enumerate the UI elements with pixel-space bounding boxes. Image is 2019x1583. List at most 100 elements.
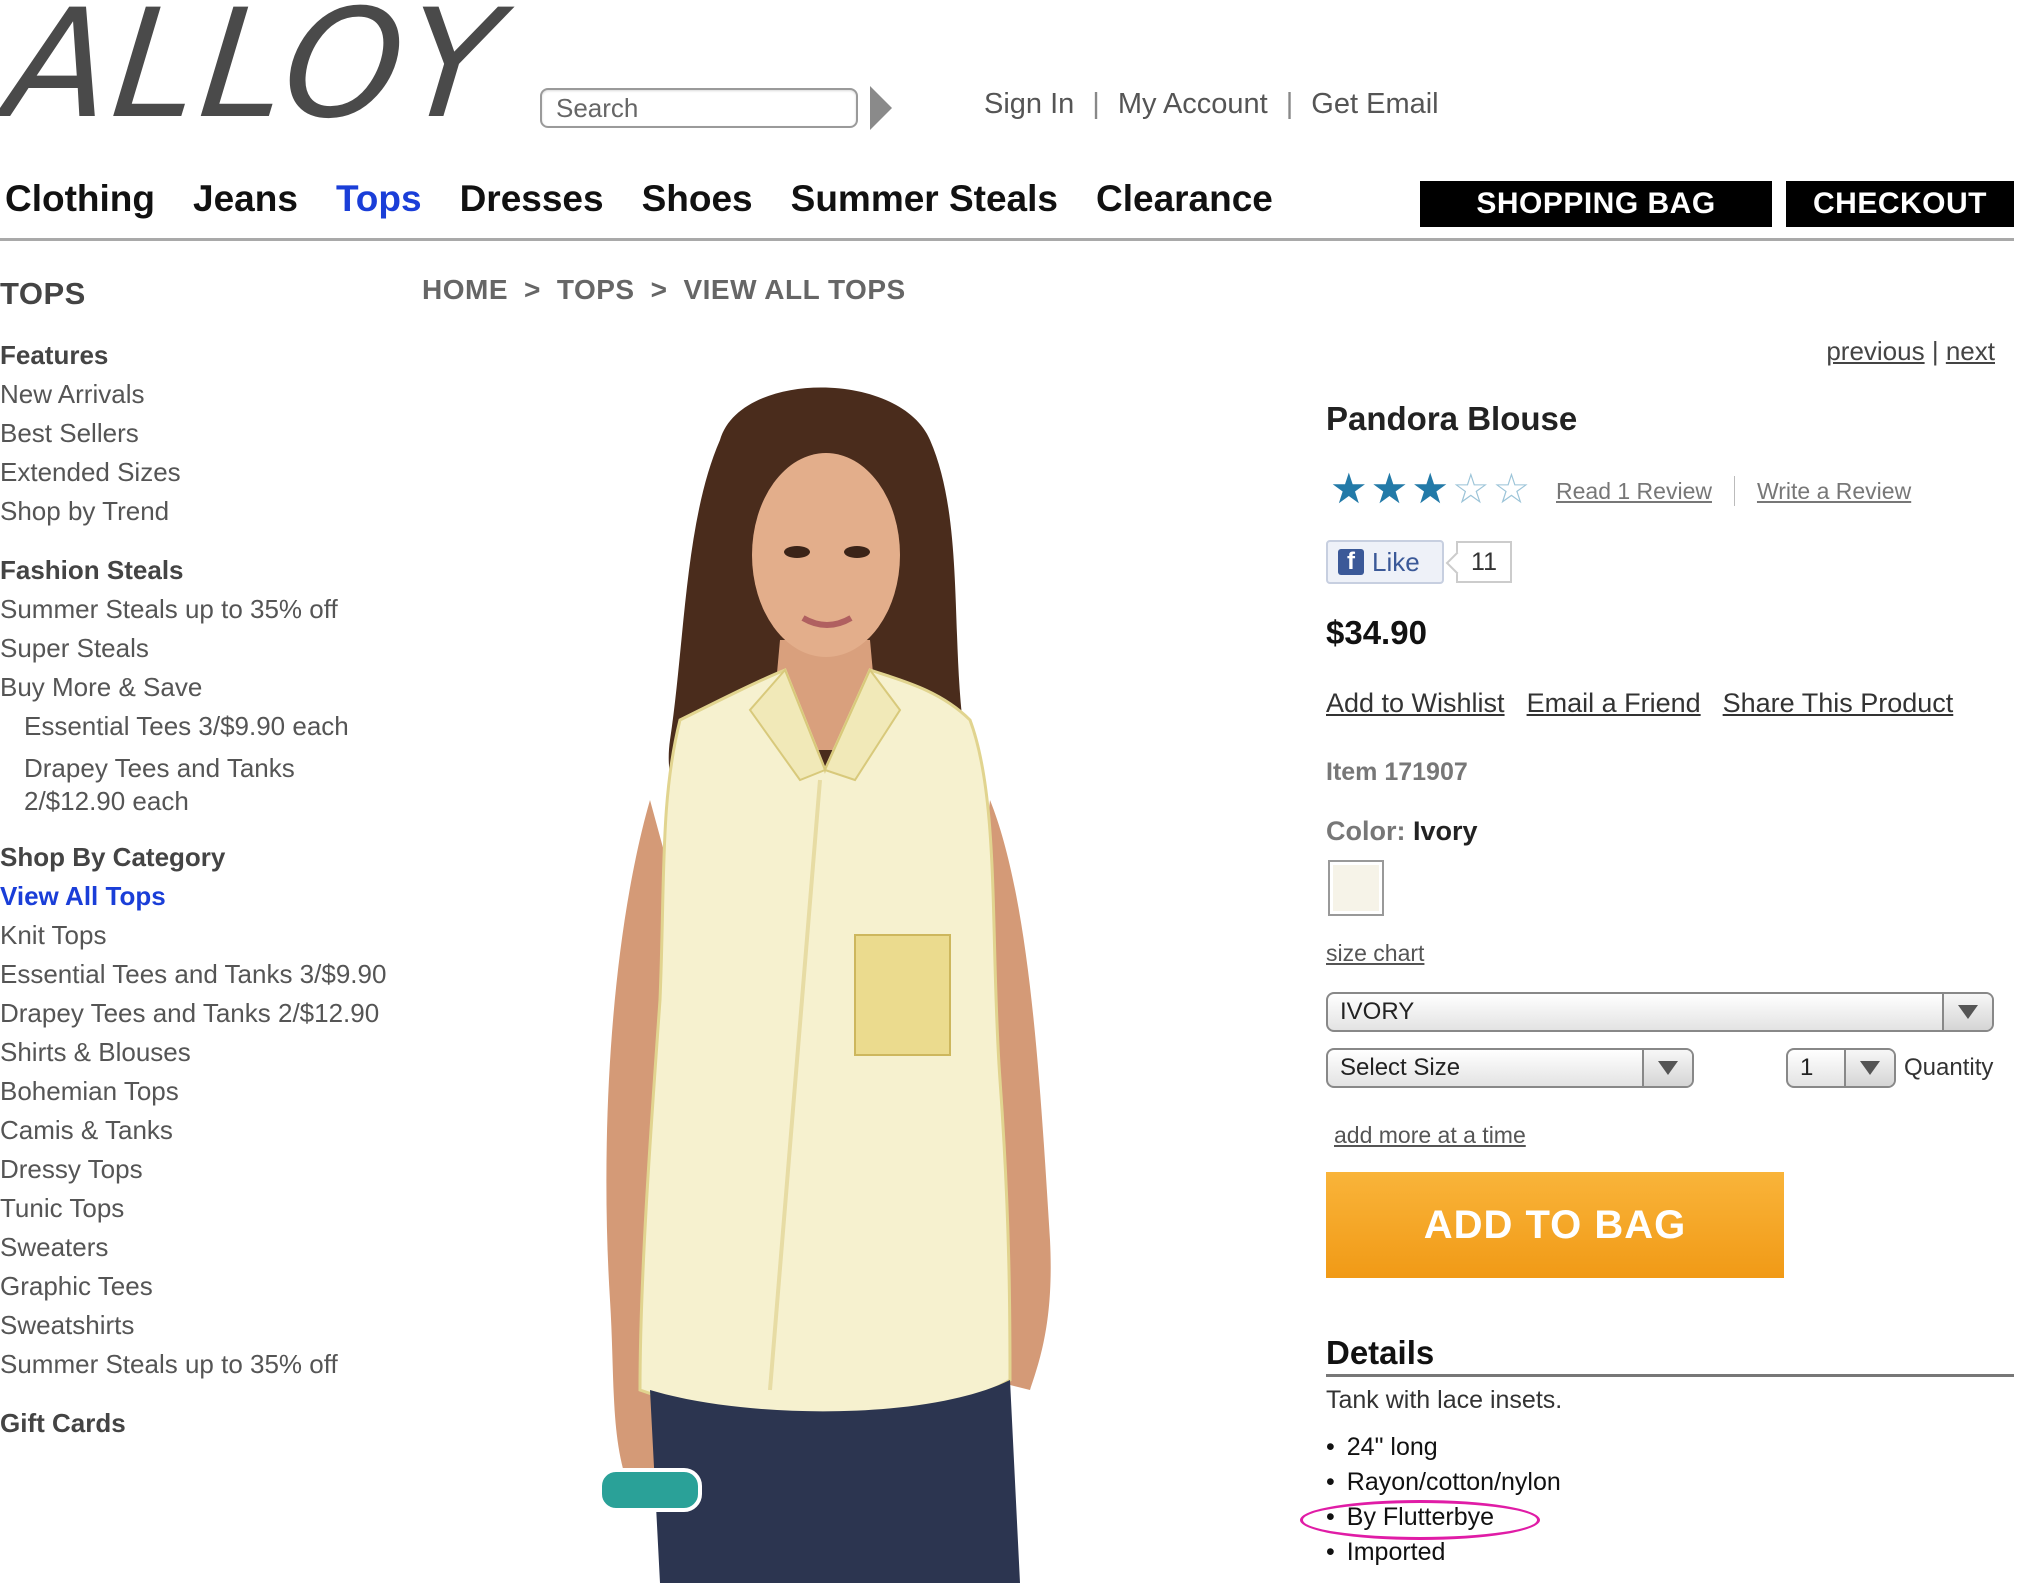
details-divider [1326, 1374, 2014, 1377]
add-more: add more at a time [1334, 1122, 1526, 1149]
color-value: Ivory [1413, 816, 1478, 846]
add-more-link[interactable]: add more at a time [1334, 1122, 1526, 1148]
sidebar-subitem-drapey-tees[interactable]: Drapey Tees and Tanks 2/$12.90 each [0, 752, 344, 818]
star-filled-icon[interactable]: ★ [1371, 468, 1409, 510]
sidebar-item-summer-steals-category[interactable]: Summer Steals up to 35% off [0, 1345, 420, 1384]
color-label-text: Color: [1326, 816, 1406, 846]
sidebar-item-extended-sizes[interactable]: Extended Sizes [0, 453, 420, 492]
chevron-down-icon[interactable] [1844, 1050, 1894, 1086]
like-label: Like [1372, 546, 1420, 577]
nav-jeans[interactable]: Jeans [193, 178, 298, 220]
lace-pocket [854, 934, 951, 1056]
like-count: 11 [1456, 541, 1512, 583]
color-select[interactable]: IVORY [1326, 992, 1994, 1032]
color-select-value: IVORY [1340, 998, 1415, 1025]
sidebar-heading-features: Features [0, 340, 109, 370]
add-to-bag-button[interactable]: ADD TO BAG [1326, 1172, 1784, 1278]
sidebar-item-essential-tees-tanks[interactable]: Essential Tees and Tanks 3/$9.90 [0, 955, 420, 994]
details-heading: Details [1326, 1334, 1435, 1371]
star-filled-icon[interactable]: ★ [1411, 468, 1449, 510]
size-select[interactable]: Select Size [1326, 1048, 1694, 1088]
sidebar-item-sweaters[interactable]: Sweaters [0, 1228, 420, 1267]
sidebar-item-dressy-tops[interactable]: Dressy Tops [0, 1150, 420, 1189]
search-input[interactable] [540, 88, 858, 128]
separator: | [1285, 88, 1294, 120]
previous-link[interactable]: previous [1826, 336, 1924, 366]
size-select-value: Select Size [1340, 1054, 1461, 1081]
quantity-select[interactable]: 1 [1786, 1048, 1896, 1088]
next-link[interactable]: next [1946, 336, 1995, 366]
details-item: Rayon/cotton/nylon [1326, 1465, 1561, 1500]
sidebar-item-drapey-tees-tanks[interactable]: Drapey Tees and Tanks 2/$12.90 [0, 994, 420, 1033]
sidebar-item-view-all-tops[interactable]: View All Tops [0, 877, 420, 916]
facebook-icon: f [1338, 548, 1364, 575]
sidebar-heading-shop-by-category: Shop By Category [0, 842, 226, 872]
rating-stars[interactable]: ★ ★ ★ ☆ ☆ [1330, 468, 1530, 510]
star-empty-icon[interactable]: ☆ [1493, 468, 1531, 510]
alloy-logo[interactable]: ALLOY [0, 0, 512, 152]
sidebar-item-bohemian-tops[interactable]: Bohemian Tops [0, 1072, 420, 1111]
sidebar-item-tunic-tops[interactable]: Tunic Tops [0, 1189, 420, 1228]
quantity-label: Quantity [1904, 1054, 1994, 1081]
quantity-value: 1 [1800, 1054, 1814, 1081]
write-review-link[interactable]: Write a Review [1757, 478, 1911, 506]
breadcrumb-separator: > [524, 274, 541, 305]
chevron-down-icon[interactable] [1942, 994, 1992, 1030]
sidebar-item-shirts-blouses[interactable]: Shirts & Blouses [0, 1033, 420, 1072]
sidebar-item-camis-tanks[interactable]: Camis & Tanks [0, 1111, 420, 1150]
sidebar-subitem-essential-tees[interactable]: Essential Tees 3/$9.90 each [0, 707, 420, 746]
account-links: Sign In | My Account | Get Email [984, 88, 1439, 121]
details-item: Imported [1326, 1535, 1561, 1570]
nav-tops[interactable]: Tops [336, 178, 422, 220]
product-photo[interactable] [570, 380, 1130, 1583]
sidebar-item-new-arrivals[interactable]: New Arrivals [0, 375, 420, 414]
review-links: Read 1 Review Write a Review [1556, 476, 1911, 506]
get-email-link[interactable]: Get Email [1311, 88, 1438, 121]
sidebar-item-graphic-tees[interactable]: Graphic Tees [0, 1267, 420, 1306]
star-filled-icon[interactable]: ★ [1330, 468, 1368, 510]
facebook-like-button[interactable]: f Like [1326, 540, 1444, 584]
sidebar-item-sweatshirts[interactable]: Sweatshirts [0, 1306, 420, 1345]
product-blouse [638, 668, 1012, 1421]
search-submit-arrow-icon[interactable] [870, 86, 892, 130]
nav-clearance[interactable]: Clearance [1096, 178, 1273, 220]
color-swatch-ivory[interactable] [1328, 860, 1384, 916]
sidebar-item-super-steals[interactable]: Super Steals [0, 629, 420, 668]
breadcrumb-tops[interactable]: TOPS [557, 274, 635, 306]
star-empty-icon[interactable]: ☆ [1452, 468, 1490, 510]
nav-clothing[interactable]: Clothing [5, 178, 155, 220]
item-number: Item 171907 [1326, 758, 1468, 786]
checkout-button[interactable]: CHECKOUT [1786, 181, 2014, 227]
sidebar-item-summer-steals[interactable]: Summer Steals up to 35% off [0, 590, 420, 629]
add-to-wishlist-link[interactable]: Add to Wishlist [1326, 688, 1505, 719]
product-title: Pandora Blouse [1326, 400, 1578, 437]
sidebar-item-gift-cards[interactable]: Gift Cards [0, 1404, 420, 1443]
sign-in-link[interactable]: Sign In [984, 88, 1074, 121]
sidebar-item-best-sellers[interactable]: Best Sellers [0, 414, 420, 453]
nav-summer-steals[interactable]: Summer Steals [791, 178, 1058, 220]
product-price: $34.90 [1326, 614, 1427, 651]
sidebar: Features New Arrivals Best Sellers Exten… [0, 336, 420, 1443]
nav-dresses[interactable]: Dresses [460, 178, 604, 220]
my-account-link[interactable]: My Account [1118, 88, 1268, 121]
product-actions: Add to Wishlist Email a Friend Share Thi… [1326, 688, 1953, 719]
nav-shoes[interactable]: Shoes [642, 178, 753, 220]
read-reviews-link[interactable]: Read 1 Review [1556, 478, 1712, 506]
breadcrumb-view-all-tops[interactable]: VIEW ALL TOPS [683, 274, 905, 306]
shopping-bag-button[interactable]: SHOPPING BAG [1420, 181, 1772, 227]
chevron-down-icon[interactable] [1642, 1050, 1692, 1086]
highlight-annotation [1300, 1500, 1540, 1540]
pager: previous | next [1826, 336, 1995, 367]
sidebar-item-shop-by-trend[interactable]: Shop by Trend [0, 492, 420, 531]
breadcrumb-home[interactable]: HOME [422, 274, 508, 306]
divider [1733, 476, 1735, 506]
size-chart: size chart [1326, 940, 1424, 967]
email-a-friend-link[interactable]: Email a Friend [1527, 688, 1701, 719]
size-chart-link[interactable]: size chart [1326, 940, 1424, 966]
search-bar [540, 86, 892, 130]
share-product-link[interactable]: Share This Product [1723, 688, 1954, 719]
sidebar-item-buy-more-save[interactable]: Buy More & Save [0, 668, 420, 707]
sidebar-item-knit-tops[interactable]: Knit Tops [0, 916, 420, 955]
